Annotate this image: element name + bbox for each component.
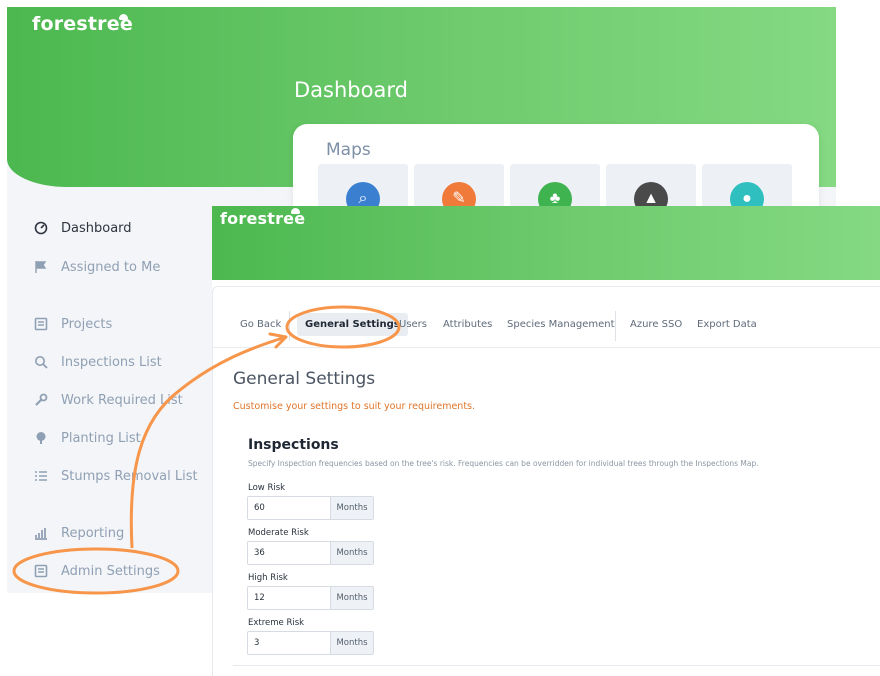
tab-export-data[interactable]: Export Data [697,319,757,330]
extreme-risk-label: Extreme Risk [248,618,305,628]
high-risk-field[interactable]: 12 Months [247,586,374,610]
page-subtitle: Customise your settings to suit your req… [233,401,476,412]
sidebar-item-planting[interactable]: Planting List [32,427,141,449]
sidebar-item-label: Reporting [61,525,125,541]
list-icon [32,467,50,485]
folder-icon [32,315,50,333]
bar-chart-icon [32,524,50,542]
sidebar-item-inspections[interactable]: Inspections List [32,351,162,373]
tab-general-settings[interactable]: General Settings [297,313,408,336]
months-addon: Months [330,497,373,519]
sidebar-item-label: Dashboard [61,220,132,236]
tree-icon [32,429,50,447]
page-title: General Settings [233,369,376,389]
tab-azure-sso[interactable]: Azure SSO [630,319,682,330]
flag-icon [32,258,50,276]
tab-species-management[interactable]: Species Management [507,319,615,330]
sidebar-item-label: Planting List [61,430,141,446]
tab-go-back[interactable]: Go Back [240,319,281,330]
sidebar-item-projects[interactable]: Projects [32,313,112,335]
extreme-risk-field[interactable]: 3 Months [247,631,374,655]
settings-tabs: Go Back General Settings Users Attribute… [213,307,880,348]
months-addon: Months [330,587,373,609]
sidebar-item-label: Stumps Removal List [61,468,198,484]
extreme-risk-input[interactable]: 3 [248,632,330,654]
app-logo[interactable]: forestree [220,208,305,228]
settings-window: forestree Go Back General Settings Users… [212,206,880,676]
section-description: Specify Inspection frequencies based on … [248,459,759,468]
moderate-risk-input[interactable]: 36 [248,542,330,564]
wrench-icon [32,391,50,409]
low-risk-label: Low Risk [248,483,286,493]
months-addon: Months [330,632,373,654]
maps-title: Maps [326,140,371,160]
high-risk-label: High Risk [248,573,288,583]
sidebar-item-label: Work Required List [61,392,183,408]
sidebar-item-label: Projects [61,316,113,332]
sidebar-item-dashboard[interactable]: Dashboard [32,217,132,239]
sidebar-item-label: Admin Settings [61,563,160,579]
admin-icon [32,562,50,580]
moderate-risk-field[interactable]: 36 Months [247,541,374,565]
app-logo[interactable]: forestree [32,13,133,35]
tab-attributes[interactable]: Attributes [443,319,492,330]
sidebar-item-assigned[interactable]: Assigned to Me [32,256,160,278]
leaf-icon [118,14,128,20]
page-title: Dashboard [294,78,408,102]
months-addon: Months [330,542,373,564]
section-title: Inspections [248,437,339,453]
sidebar-item-label: Inspections List [61,354,162,370]
sidebar-item-admin-settings[interactable]: Admin Settings [32,560,160,582]
sidebar-item-label: Assigned to Me [61,259,161,275]
tab-users[interactable]: Users [399,319,427,330]
sidebar-item-work-required[interactable]: Work Required List [32,389,183,411]
settings-body: Go Back General Settings Users Attribute… [212,286,880,676]
sidebar-item-stumps[interactable]: Stumps Removal List [32,465,198,487]
moderate-risk-label: Moderate Risk [248,528,309,538]
settings-header: forestree [212,206,880,280]
sidebar-item-reporting[interactable]: Reporting [32,522,124,544]
search-icon [32,353,50,371]
section-divider [233,665,880,666]
leaf-icon [291,208,301,214]
high-risk-input[interactable]: 12 [248,587,330,609]
low-risk-input[interactable]: 60 [248,497,330,519]
tab-divider [289,311,290,341]
gauge-icon [32,219,50,237]
tab-divider [615,311,616,341]
low-risk-field[interactable]: 60 Months [247,496,374,520]
